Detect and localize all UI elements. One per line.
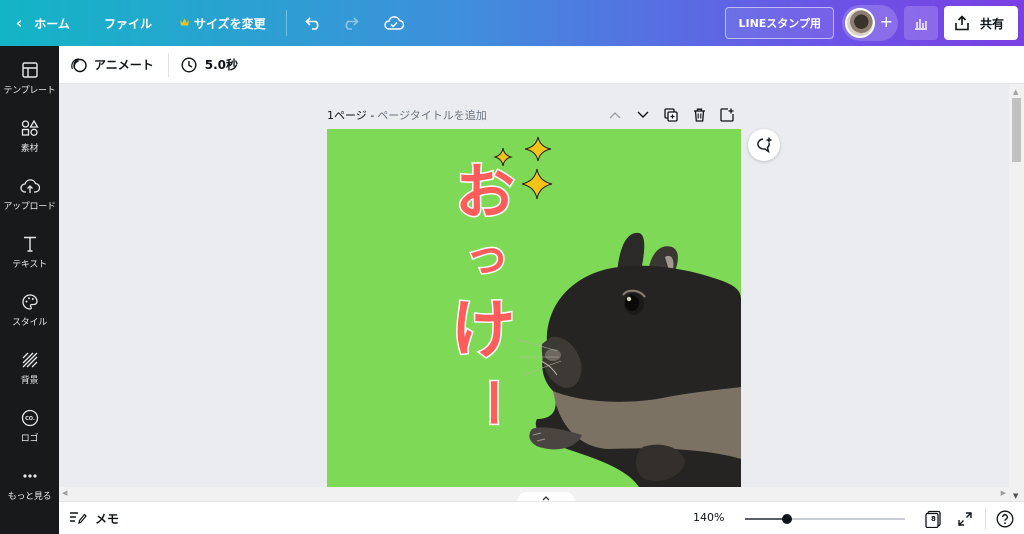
- bar-chart-icon: [914, 19, 927, 30]
- help-button[interactable]: [994, 508, 1016, 530]
- template-icon: [21, 60, 38, 80]
- scroll-right-icon[interactable]: ▶: [1001, 489, 1006, 497]
- scroll-down-icon[interactable]: ▼: [1013, 492, 1018, 500]
- upload-icon: [19, 176, 40, 196]
- comment-icon: [757, 137, 772, 153]
- trash-icon[interactable]: [685, 104, 713, 126]
- help-icon: [996, 510, 1014, 528]
- left-sidebar: テンプレート 素材 アップロード テキスト スタイル 背景 CO. ロゴ もっと…: [0, 46, 59, 534]
- add-collaborator-icon[interactable]: +: [880, 13, 893, 31]
- topbar-right: LINEスタンプ用 + 共有: [725, 0, 1018, 46]
- sidebar-item-label: 素材: [20, 144, 39, 154]
- design-canvas[interactable]: お っ け ー: [327, 129, 741, 487]
- zoom-slider-fill: [745, 518, 787, 520]
- canvas-text[interactable]: お っ け ー: [327, 129, 741, 487]
- notes-button[interactable]: メモ: [69, 510, 119, 527]
- animate-button[interactable]: アニメート: [70, 52, 169, 77]
- cloud-saved-icon[interactable]: [381, 10, 407, 36]
- chevron-up-icon[interactable]: [601, 104, 629, 126]
- file-menu[interactable]: ファイル: [104, 0, 166, 46]
- notes-label: メモ: [95, 511, 120, 526]
- page-header: 1ページ - ページタイトルを追加: [327, 104, 741, 126]
- page-grid-button[interactable]: 8: [922, 508, 944, 530]
- bottom-bar: メモ 140% 8: [59, 501, 1024, 534]
- undo-icon[interactable]: [301, 10, 327, 36]
- resize-label: サイズを変更: [194, 16, 266, 31]
- elements-icon: [21, 118, 39, 138]
- sidebar-item-styles[interactable]: スタイル: [0, 288, 59, 340]
- page-count: 8: [931, 515, 936, 523]
- chevron-down-icon[interactable]: [629, 104, 657, 126]
- sidebar-item-text[interactable]: テキスト: [0, 230, 59, 282]
- sidebar-item-templates[interactable]: テンプレート: [0, 56, 59, 108]
- duplicate-page-icon[interactable]: [657, 104, 685, 126]
- scroll-left-icon[interactable]: ◀: [62, 489, 67, 497]
- sidebar-item-more[interactable]: もっと見る: [0, 462, 59, 514]
- more-icon: [22, 466, 38, 486]
- sidebar-item-logo[interactable]: CO. ロゴ: [0, 404, 59, 456]
- crown-icon: [180, 18, 189, 29]
- insights-button[interactable]: [903, 6, 938, 40]
- duration-label: 5.0秒: [204, 58, 239, 72]
- fullscreen-icon: [958, 512, 972, 526]
- avatar[interactable]: [844, 8, 875, 38]
- canvas-char[interactable]: ー: [458, 376, 521, 431]
- add-page-icon[interactable]: [713, 104, 741, 126]
- resize-button[interactable]: サイズを変更: [180, 0, 266, 46]
- duration-button[interactable]: 5.0秒: [181, 46, 238, 84]
- collaborators[interactable]: +: [841, 5, 898, 41]
- animate-icon: [71, 57, 87, 72]
- sidebar-item-label: もっと見る: [7, 492, 52, 502]
- bottombar-divider: [985, 508, 986, 530]
- topbar-divider: [285, 10, 287, 36]
- add-comment-button[interactable]: [748, 129, 780, 161]
- page-number: 1ページ -: [327, 109, 375, 122]
- line-sticker-label: LINEスタンプ用: [738, 17, 821, 30]
- home-label: ホーム: [34, 16, 70, 31]
- palette-icon: [21, 292, 38, 312]
- sidebar-item-label: 背景: [20, 376, 39, 386]
- top-bar: ‹ ホーム ファイル サイズを変更 LINEスタンプ用 + 共有: [0, 0, 1024, 46]
- chevron-left-icon: ‹: [16, 14, 23, 32]
- logo-icon: CO.: [21, 408, 39, 428]
- canvas-char[interactable]: け: [450, 298, 517, 365]
- canvas-char[interactable]: っ: [464, 233, 511, 280]
- file-label: ファイル: [104, 16, 153, 31]
- share-icon: [955, 15, 969, 31]
- sidebar-item-uploads[interactable]: アップロード: [0, 172, 59, 224]
- animate-label: アニメート: [94, 58, 154, 72]
- background-icon: [22, 350, 38, 370]
- sidebar-item-elements[interactable]: 素材: [0, 114, 59, 166]
- fullscreen-button[interactable]: [954, 508, 976, 530]
- svg-text:CO.: CO.: [25, 416, 35, 422]
- share-label: 共有: [979, 16, 1004, 31]
- home-button[interactable]: ‹ ホーム: [16, 0, 86, 46]
- sidebar-item-label: スタイル: [12, 318, 47, 328]
- vertical-scrollbar[interactable]: ▲ ▼: [1009, 84, 1024, 504]
- notes-icon: [70, 512, 87, 525]
- clock-icon: [181, 56, 197, 73]
- zoom-slider[interactable]: [745, 514, 905, 524]
- page-controls: [601, 104, 741, 126]
- text-icon: [23, 234, 37, 254]
- share-button[interactable]: 共有: [943, 6, 1018, 40]
- sidebar-item-background[interactable]: 背景: [0, 346, 59, 398]
- sidebar-item-label: テキスト: [12, 260, 47, 270]
- line-sticker-button[interactable]: LINEスタンプ用: [725, 7, 834, 39]
- sidebar-item-label: ロゴ: [20, 434, 39, 444]
- scroll-up-icon[interactable]: ▲: [1013, 88, 1018, 96]
- page-title-input[interactable]: ページタイトルを追加: [377, 107, 487, 123]
- canvas-char[interactable]: お: [454, 162, 517, 225]
- zoom-level[interactable]: 140%: [693, 511, 724, 524]
- zoom-slider-handle[interactable]: [781, 514, 792, 524]
- redo-icon[interactable]: [337, 10, 363, 36]
- scrollbar-thumb[interactable]: [1012, 98, 1021, 162]
- context-toolbar: アニメート 5.0秒: [59, 46, 1024, 84]
- sidebar-item-label: アップロード: [3, 202, 56, 212]
- sidebar-item-label: テンプレート: [3, 86, 56, 96]
